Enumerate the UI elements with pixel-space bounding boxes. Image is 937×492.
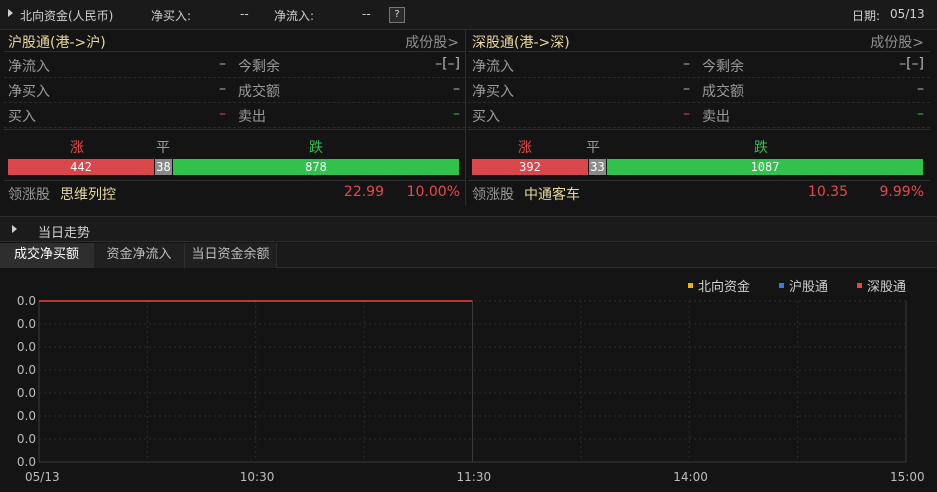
breadth-up-segment: 392 [472, 159, 588, 175]
y-tick-label: 0.0 [17, 432, 36, 446]
breadth-down-segment: 878 [173, 159, 459, 175]
tab-net-buy[interactable]: 成交净买额 [0, 243, 94, 268]
net-buy-label: 净买入: [151, 9, 192, 23]
stat-value: –[–] [899, 56, 924, 72]
y-tick-label: 0.0 [17, 294, 36, 308]
sh-connect-panel: 沪股通(港->沪) 成份股> 净流入 – 今剩余 –[–] 净买入 – 成交额 … [4, 30, 466, 206]
stat-label: 净买入 [8, 84, 50, 100]
stat-value: – [219, 106, 226, 122]
breadth-flat-segment: 38 [155, 159, 172, 175]
stat-label: 净买入 [472, 84, 514, 100]
stat-value: – [917, 81, 924, 97]
stat-value: –[–] [435, 56, 460, 72]
panel-title-bar: 沪股通(港->沪) 成份股> [4, 30, 465, 52]
net-buy-value: -- [240, 7, 249, 21]
date-value: 05/13 [890, 7, 925, 21]
breadth-down-segment: 1087 [607, 159, 923, 175]
tab-net-inflow[interactable]: 资金净流入 [94, 243, 185, 268]
leader-label: 领涨股 [8, 187, 50, 203]
y-tick-label: 0.0 [17, 340, 36, 354]
intraday-chart: 北向资金 沪股通 深股通 0.0 0.0 0.0 0.0 0.0 0.0 0.0 0.0 05/… [0, 268, 937, 492]
flat-label: 平 [586, 140, 600, 156]
stat-row: 净买入 – 成交额 – [468, 78, 930, 103]
stat-label: 净流入 [472, 59, 514, 75]
y-tick-label: 0.0 [17, 455, 36, 469]
north-capital-header: 北向资金(人民币) 净买入: -- 净流入: -- ? 日期: 05/13 [0, 0, 937, 30]
x-tick-label: 05/13 [25, 470, 60, 484]
stat-label: 卖出 [702, 109, 730, 125]
stat-value: – [683, 81, 690, 97]
expand-triangle-icon[interactable] [12, 225, 17, 233]
flat-label: 平 [156, 140, 170, 156]
leader-price: 10.35 [807, 184, 848, 200]
x-tick-label: 10:30 [240, 470, 275, 484]
x-tick-label: 14:00 [673, 470, 708, 484]
chart-tabs: 成交净买额 资金净流入 当日资金余额 [0, 243, 937, 268]
breadth-bar: 392 33 1087 [472, 159, 923, 175]
y-tick-label: 0.0 [17, 409, 36, 423]
constituents-link[interactable]: 成份股> [870, 32, 924, 52]
down-label: 跌 [754, 140, 768, 156]
panel-name: 深股通(港->深) [472, 35, 570, 51]
leader-pct: 10.00% [406, 184, 460, 200]
leader-pct: 9.99% [879, 184, 924, 200]
stat-row: 买入 – 卖出 – [4, 103, 465, 128]
leader-label: 领涨股 [472, 187, 514, 203]
stat-row: 买入 – 卖出 – [468, 103, 930, 128]
breadth-up-segment: 442 [8, 159, 154, 175]
header-title: 北向资金(人民币) [20, 9, 114, 23]
net-inflow-label: 净流入: [274, 9, 315, 23]
constituents-link[interactable]: 成份股> [405, 32, 459, 52]
breadth-bar: 442 38 878 [8, 159, 459, 175]
breadth-flat-segment: 33 [589, 159, 606, 175]
help-button[interactable]: ? [389, 7, 405, 23]
stat-label: 买入 [472, 109, 500, 125]
panel-title-bar: 深股通(港->深) 成份股> [468, 30, 930, 52]
chart-plot: 0.00.00.00.00.00.00.00.005/13 10:30 11:30 1… [17, 294, 925, 484]
stat-label: 今剩余 [702, 59, 744, 75]
stat-row: 净买入 – 成交额 – [4, 78, 465, 103]
leader-name[interactable]: 思维列控 [60, 184, 116, 204]
stat-row: 净流入 – 今剩余 –[–] [468, 53, 930, 78]
y-tick-label: 0.0 [17, 363, 36, 377]
section-title: 当日走势 [38, 226, 91, 241]
net-inflow-value: -- [362, 7, 371, 21]
stat-label: 净流入 [8, 59, 50, 75]
down-label: 跌 [309, 140, 323, 156]
date-label: 日期: [852, 9, 881, 23]
tab-balance[interactable]: 当日资金余额 [185, 243, 277, 268]
sz-connect-panel: 深股通(港->深) 成份股> 净流入 – 今剩余 –[–] 净买入 – 成交额 … [468, 30, 930, 206]
collapse-triangle-icon[interactable] [8, 9, 13, 17]
stat-label: 卖出 [238, 109, 266, 125]
y-tick-label: 0.0 [17, 317, 36, 331]
y-tick-label: 0.0 [17, 386, 36, 400]
stat-label: 成交额 [702, 84, 744, 100]
stat-label: 买入 [8, 109, 36, 125]
stat-label: 成交额 [238, 84, 280, 100]
leader-name[interactable]: 中通客车 [524, 184, 580, 204]
x-tick-label: 15:00 [890, 470, 925, 484]
stat-value: – [917, 106, 924, 122]
stat-value: – [683, 106, 690, 122]
stat-label: 今剩余 [238, 59, 280, 75]
stat-value: – [219, 81, 226, 97]
panel-name: 沪股通(港->沪) [8, 35, 106, 51]
up-label: 涨 [518, 140, 532, 156]
intraday-trend-header[interactable]: 当日走势 [0, 216, 937, 242]
stat-row: 净流入 – 今剩余 –[–] [4, 53, 465, 78]
leader-price: 22.99 [343, 184, 384, 200]
x-tick-label: 11:30 [457, 470, 492, 484]
stat-value: – [453, 106, 460, 122]
stat-value: – [453, 81, 460, 97]
up-label: 涨 [70, 140, 84, 156]
stat-value: – [683, 56, 690, 72]
stat-value: – [219, 56, 226, 72]
